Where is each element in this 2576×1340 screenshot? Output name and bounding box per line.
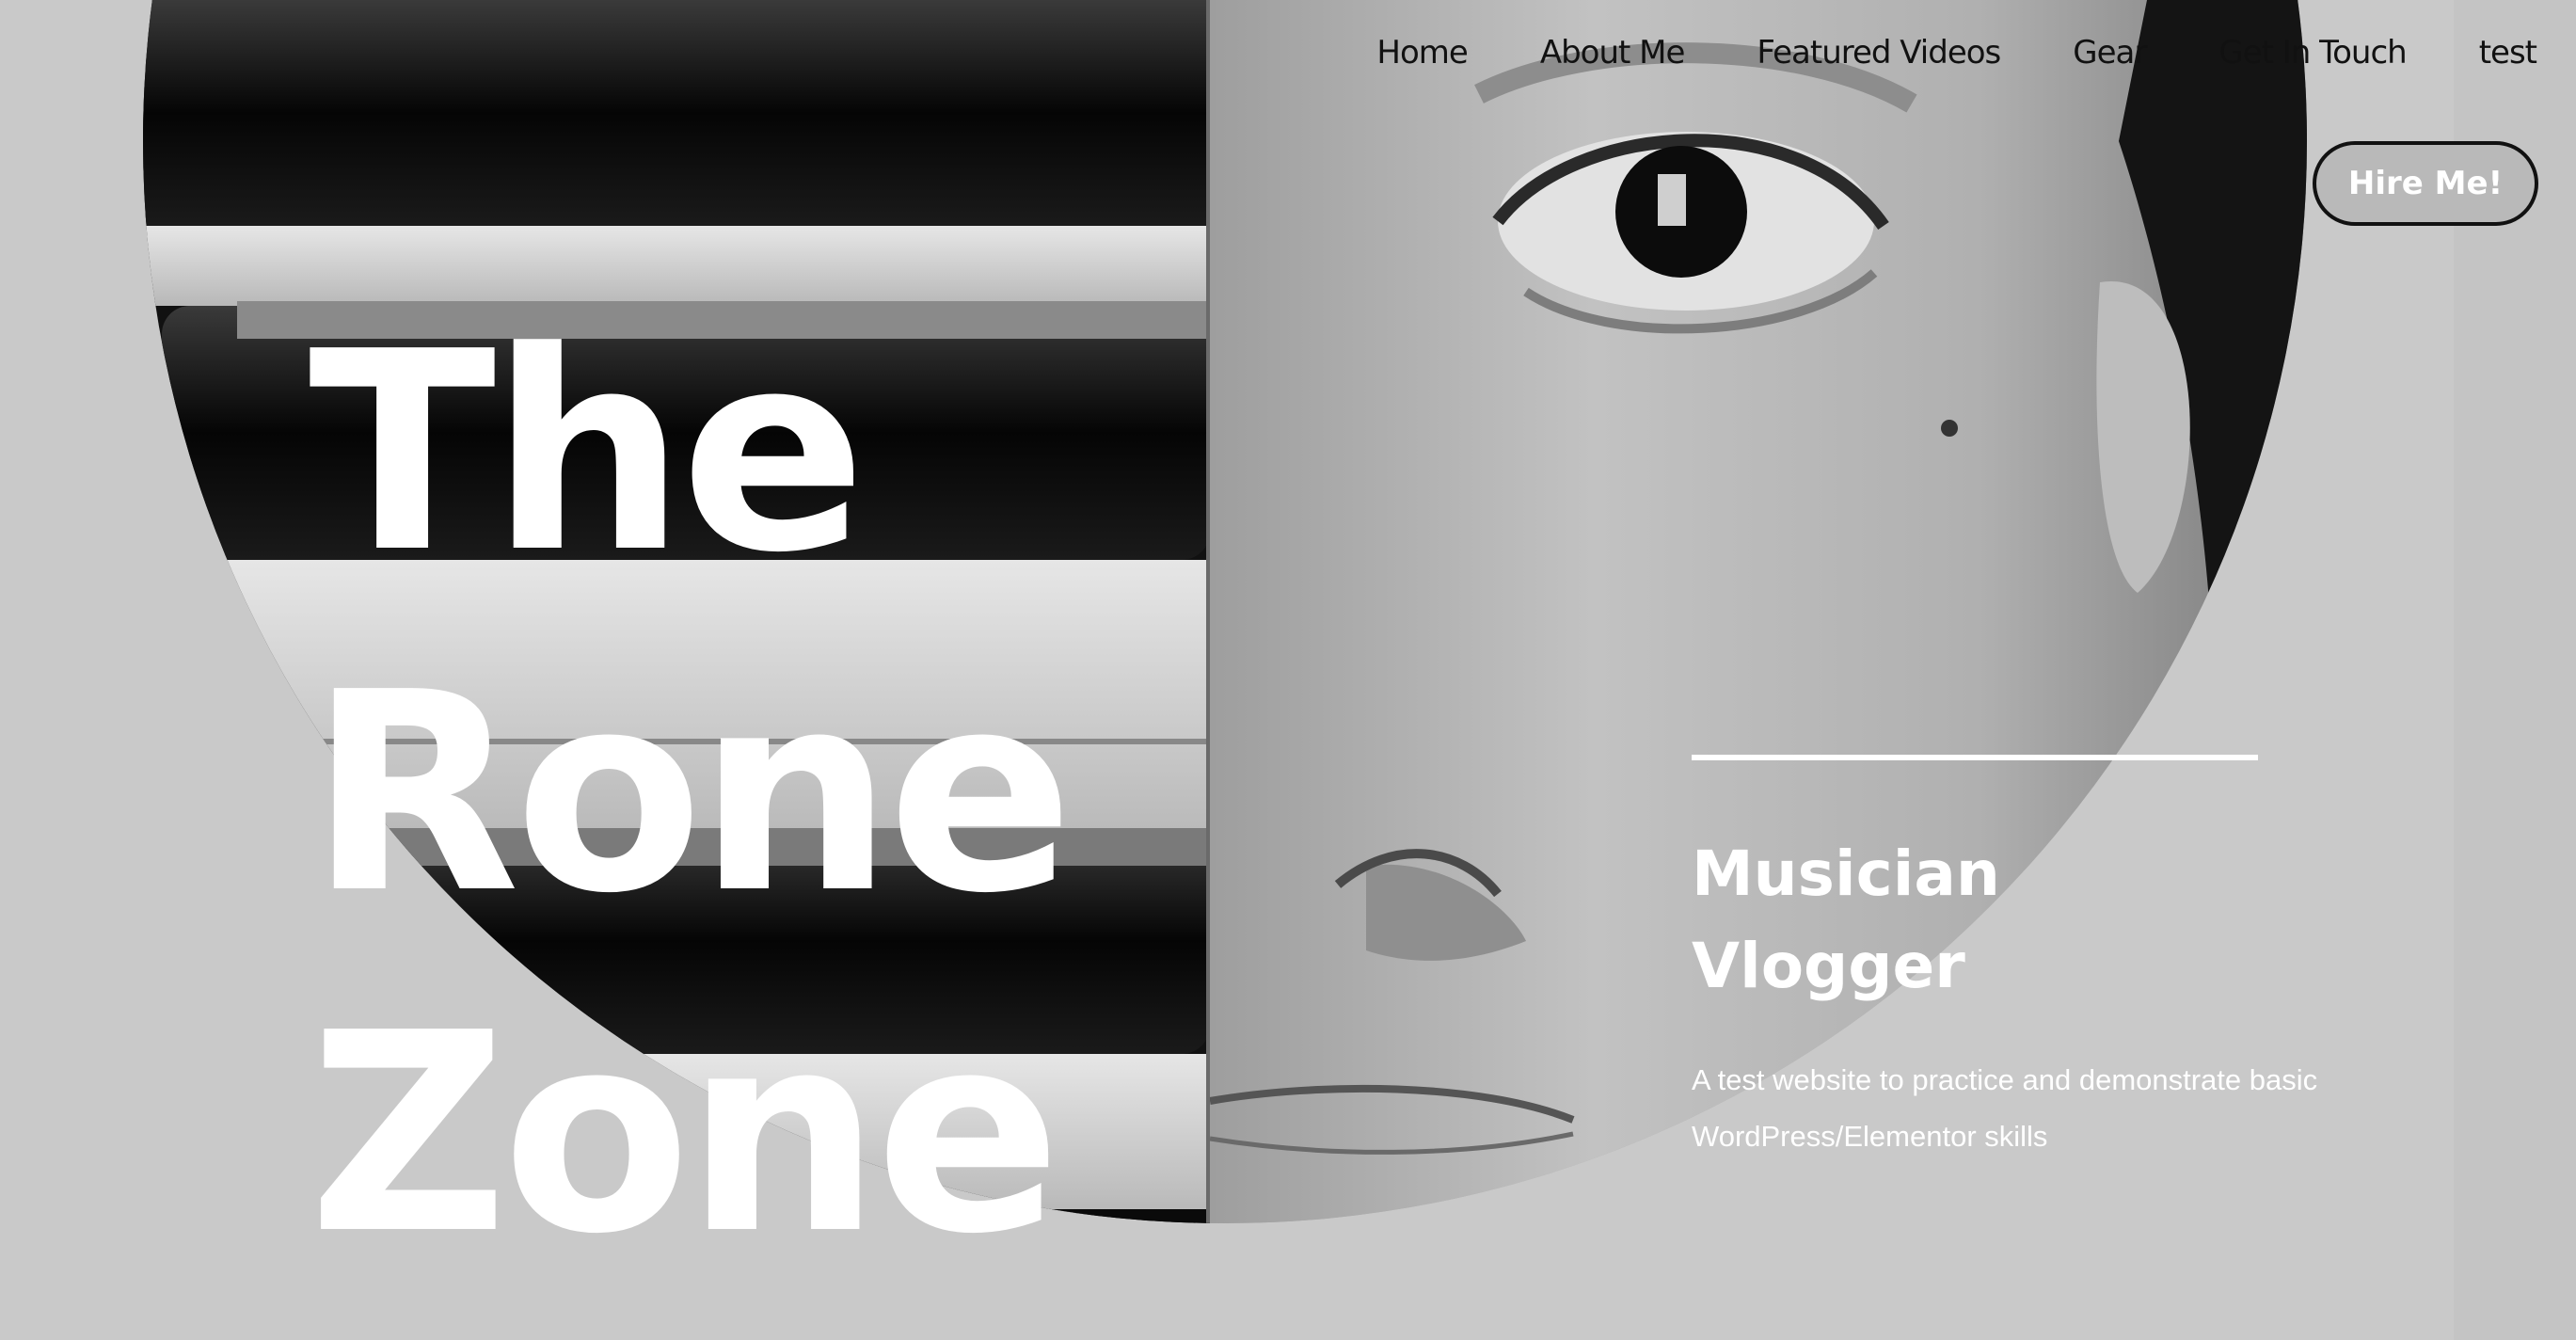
title-line-2: Rone: [309, 633, 1073, 953]
role-musician: Musician: [1692, 838, 2000, 910]
role-vlogger: Vlogger: [1692, 930, 1965, 1002]
hire-me-button[interactable]: Hire Me!: [2313, 141, 2538, 226]
main-nav: Home About Me Featured Videos Gear Get I…: [1376, 34, 2537, 72]
nav-link-gear[interactable]: Gear: [2073, 34, 2147, 72]
nav-link-get-in-touch[interactable]: Get In Touch: [2218, 34, 2407, 72]
nav-link-home[interactable]: Home: [1376, 34, 1468, 72]
title-line-3: Zone: [309, 974, 1061, 1294]
title-line-1: The: [309, 293, 867, 613]
nav-link-featured-videos[interactable]: Featured Videos: [1757, 34, 2001, 72]
roles-heading: Musician Vlogger: [1692, 828, 2000, 1013]
divider-line: [1692, 755, 2258, 760]
tagline: A test website to practice and demonstra…: [1692, 1063, 2318, 1153]
page: Home About Me Featured Videos Gear Get I…: [0, 0, 2576, 1340]
site-title: The Rone Zone: [309, 282, 1073, 1304]
nav-link-about-me[interactable]: About Me: [1540, 34, 1686, 72]
nav-link-test[interactable]: test: [2479, 34, 2537, 72]
